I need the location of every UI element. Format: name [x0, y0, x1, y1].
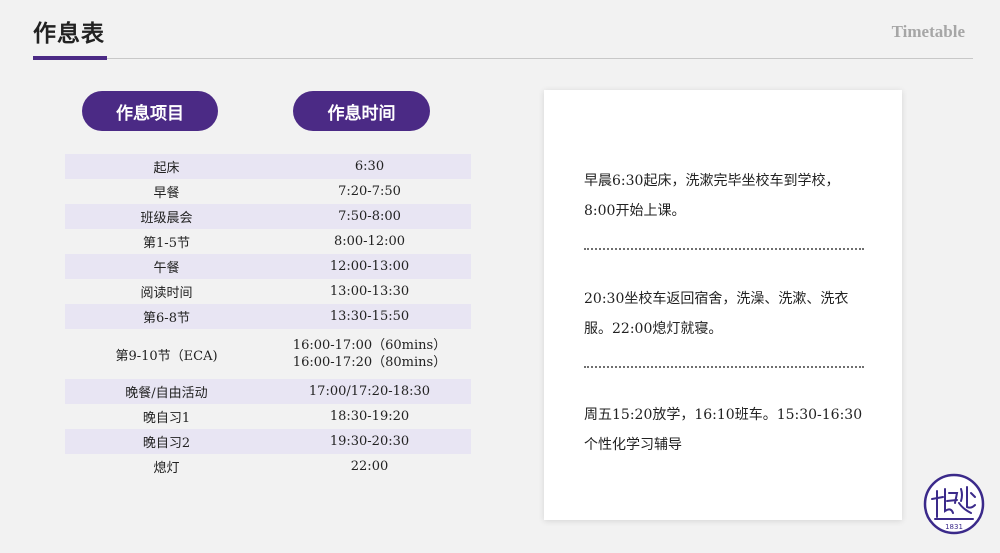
table-row: 第6-8节 13:30-15:50: [65, 304, 471, 329]
row-item: 第1-5节: [143, 236, 190, 251]
table-row: 晚自习2 19:30-20:30: [65, 429, 471, 454]
row-item: 第6-8节: [143, 311, 190, 326]
row-time: 6:30: [354, 159, 385, 174]
row-time: 13:30-15:50: [329, 309, 410, 324]
row-item: 阅读时间: [140, 286, 193, 301]
row-time: 13:00-13:30: [329, 284, 410, 299]
page-title: 作息表: [33, 21, 105, 47]
row-time: 22:00: [350, 459, 389, 474]
table-row: 班级晨会 7:50-8:00: [65, 204, 471, 229]
row-item: 熄灯: [153, 461, 180, 476]
table-row: 午餐 12:00-13:00: [65, 254, 471, 279]
row-item: 第9-10节（ECA): [115, 348, 218, 364]
table-row: 第1-5节 8:00-12:00: [65, 229, 471, 254]
note-text: 早晨6:30起床，洗漱完毕坐校车到学校，8:00开始上课。: [584, 173, 840, 219]
row-time: 12:00-13:00: [329, 259, 410, 274]
school-logo: 1831: [923, 473, 985, 535]
table-row: 第9-10节（ECA) 16:00-17:00（60mins） 16:00-17…: [65, 329, 471, 379]
title-underline: [33, 56, 107, 60]
row-time: 8:00-12:00: [333, 234, 406, 249]
dotted-divider: [584, 248, 864, 250]
notes-card: 早晨6:30起床，洗漱完毕坐校车到学校，8:00开始上课。 20:30坐校车返回…: [544, 90, 902, 520]
table-row: 晚自习1 18:30-19:20: [65, 404, 471, 429]
schedule-table: 起床 6:30 早餐 7:20-7:50 班级晨会 7:50-8:00 第1-5…: [65, 154, 471, 479]
row-item: 早餐: [153, 186, 180, 201]
svg-text:1831: 1831: [945, 523, 963, 531]
table-row: 熄灯 22:00: [65, 454, 471, 479]
row-time-line: 16:00-17:20（80mins）: [292, 355, 447, 370]
dotted-divider: [584, 366, 864, 368]
row-item: 班级晨会: [140, 211, 193, 226]
row-time: 16:00-17:00（60mins） 16:00-17:20（80mins）: [268, 337, 471, 371]
row-item: 晚自习1: [142, 411, 191, 426]
note-text: 20:30坐校车返回宿舍，洗澡、洗漱、洗衣服。22:00熄灯就寝。: [584, 291, 849, 337]
row-time: 19:30-20:30: [329, 434, 410, 449]
row-time: 7:20-7:50: [338, 184, 401, 199]
table-row: 晚餐/自由活动 17:00/17:20-18:30: [65, 379, 471, 404]
row-item: 晚自习2: [142, 436, 191, 451]
row-item: 起床: [153, 161, 180, 176]
table-row: 起床 6:30: [65, 154, 471, 179]
table-row: 阅读时间 13:00-13:30: [65, 279, 471, 304]
row-time: 7:50-8:00: [338, 209, 401, 224]
note-text: 周五15:20放学，16:10班车。15:30-16:30 个性化学习辅导: [584, 407, 863, 453]
column-header-item: 作息项目: [82, 91, 218, 131]
row-time: 17:00/17:20-18:30: [308, 384, 431, 399]
header-divider: [107, 58, 973, 59]
page-subtitle: Timetable: [891, 22, 965, 41]
row-item: 晚餐/自由活动: [125, 386, 208, 401]
column-header-time: 作息时间: [293, 91, 430, 131]
seal-icon: 1831: [923, 473, 985, 535]
table-row: 早餐 7:20-7:50: [65, 179, 471, 204]
row-time-line: 16:00-17:00（60mins）: [292, 338, 447, 353]
row-time: 18:30-19:20: [329, 409, 410, 424]
row-item: 午餐: [153, 261, 180, 276]
